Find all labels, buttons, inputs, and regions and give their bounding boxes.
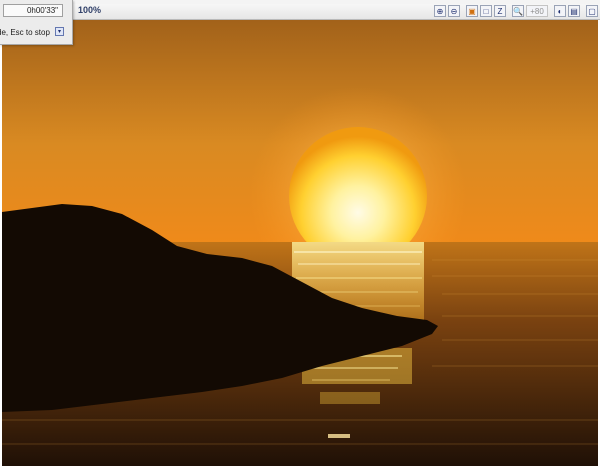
render-toolbar: 100% ⊕ ⊖ ▣ □ Z 🔍 +80 ◐ ▤ ▢ [0,4,600,20]
rendered-sunset-image [2,20,598,466]
render-region-icon[interactable]: ▣ [466,5,478,17]
zoom-percentage: 100% [78,5,102,15]
elapsed-time: 0h00'33" [3,4,63,17]
window-icon[interactable]: ▢ [586,5,598,17]
render-viewport [2,20,598,466]
save-image-icon[interactable]: ▤ [568,5,580,17]
frame-icon[interactable]: □ [480,5,492,17]
zoom-out-icon[interactable]: ⊖ [448,5,460,17]
zoom-in-icon[interactable]: ⊕ [434,5,446,17]
render-progress-panel: 0h00'33" de, Esc to stop ▾ [0,0,73,45]
panel-options-icon[interactable]: ▾ [55,27,64,36]
stop-hint: de, Esc to stop [0,28,50,37]
zoom-level-icon[interactable]: 🔍 [512,5,524,17]
toolbar-icons: ⊕ ⊖ ▣ □ Z 🔍 +80 ◐ ▤ ▢ [434,5,598,17]
channel-icon[interactable]: ◐ [554,5,566,17]
zoom-fit-icon[interactable]: Z [494,5,506,17]
zoom-level-field[interactable]: +80 [526,5,548,17]
